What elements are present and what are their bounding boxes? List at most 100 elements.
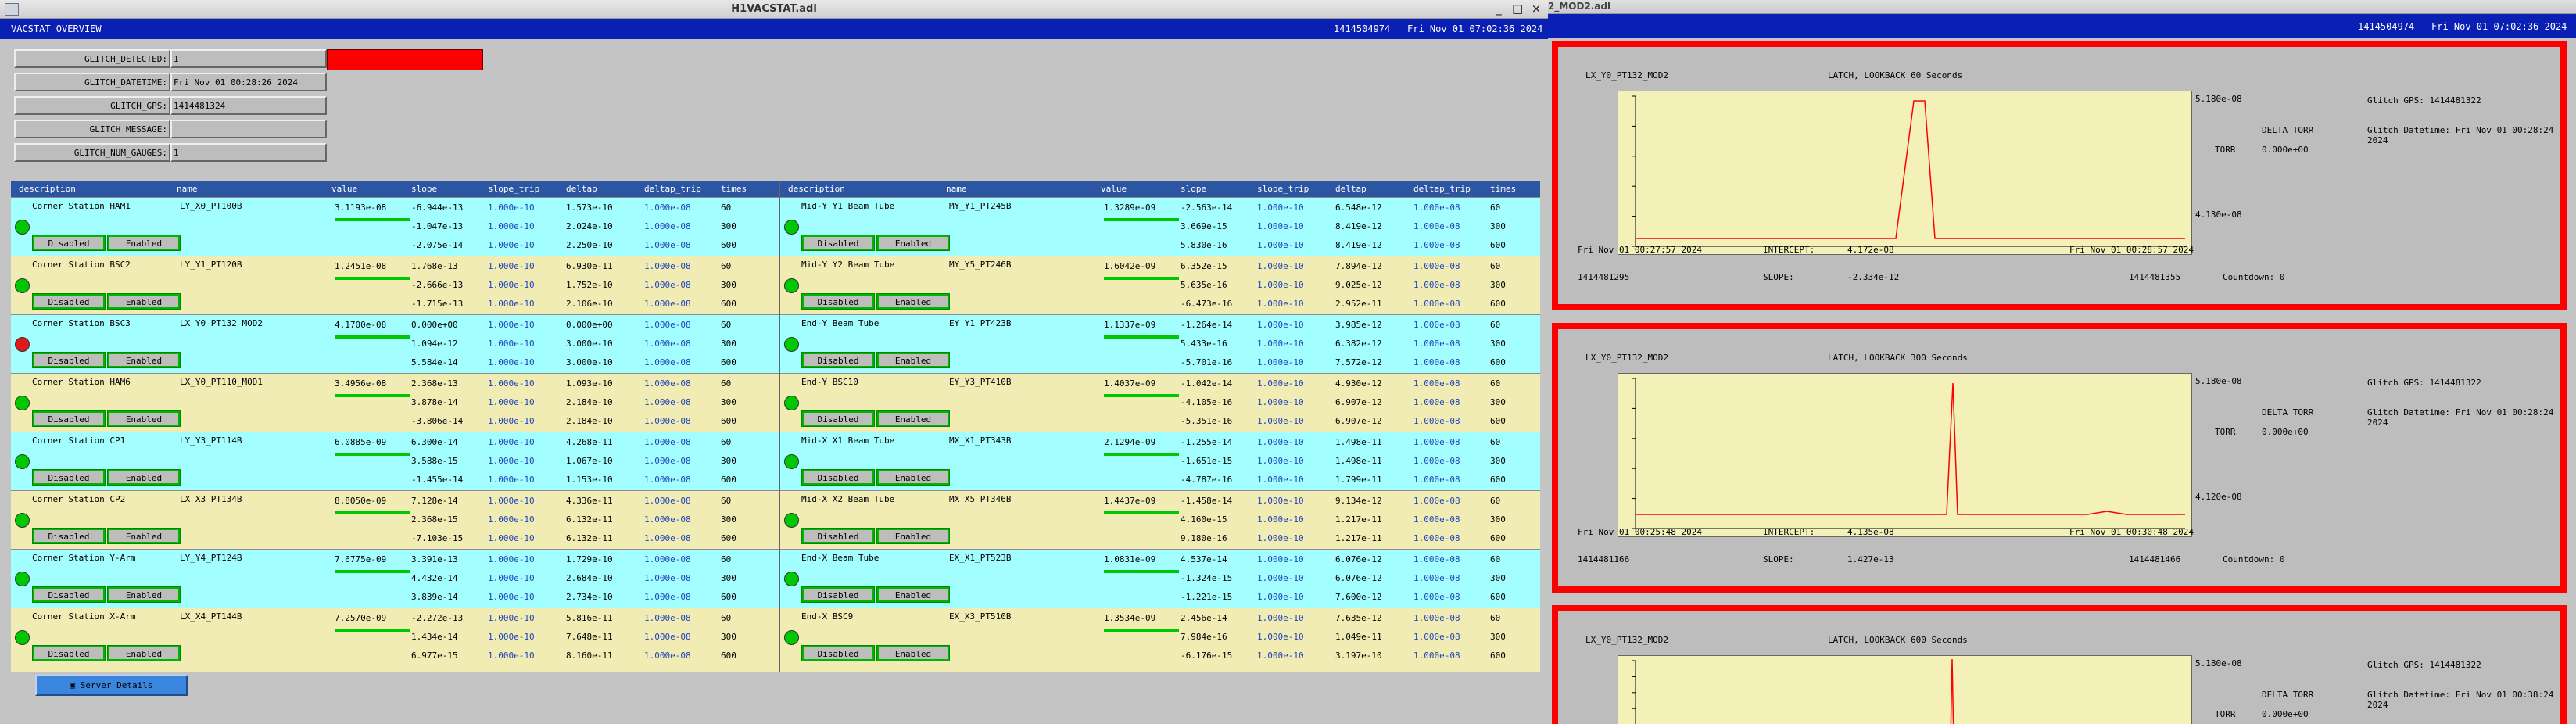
enabled-button[interactable]: Enabled: [107, 410, 181, 427]
disabled-button[interactable]: Disabled: [801, 293, 875, 310]
end-time: Fri Nov 01 00:28:57 2024: [2069, 245, 2194, 255]
value-level-bar: [335, 394, 410, 397]
torr-label: TORR: [2215, 145, 2236, 155]
enabled-button[interactable]: Enabled: [876, 469, 950, 486]
enabled-button[interactable]: Enabled: [107, 469, 181, 486]
cell-slope: -6.176e-15: [1181, 651, 1233, 661]
cell-times: 600: [721, 592, 736, 602]
glitch-field-label: GLITCH_GPS:: [14, 96, 170, 115]
enabled-button[interactable]: Enabled: [876, 235, 950, 251]
trend-chart: [1618, 91, 2192, 255]
y-max-label: 5.180e-08: [2195, 94, 2242, 104]
disabled-button[interactable]: Disabled: [801, 645, 875, 661]
enabled-button[interactable]: Enabled: [107, 293, 181, 310]
cell-deltap: 2.250e-10: [566, 240, 613, 250]
cell-deltap-trip: 1.000e-08: [1413, 339, 1460, 349]
cell-deltap-trip: 1.000e-08: [644, 261, 691, 271]
cell-slope-trip: 1.000e-10: [488, 592, 535, 602]
cell-slope: 9.180e-16: [1181, 533, 1227, 543]
start-gps: 1414481295: [1578, 272, 1630, 282]
glitch-field-value: Fri Nov 01 00:28:26 2024: [170, 73, 327, 91]
enabled-button[interactable]: Enabled: [876, 293, 950, 310]
minimize-icon[interactable]: _: [1493, 2, 1504, 16]
disabled-button[interactable]: Disabled: [32, 235, 106, 251]
slope-label: SLOPE:: [1763, 554, 1794, 565]
cell-deltap-trip: 1.000e-08: [1413, 221, 1460, 231]
cell-deltap: 7.572e-12: [1335, 357, 1382, 367]
disabled-button[interactable]: Disabled: [32, 410, 106, 427]
disabled-button[interactable]: Disabled: [801, 352, 875, 368]
maximize-icon[interactable]: □: [1512, 2, 1523, 16]
header-bar: VACSTAT OVERVIEW 1414504974 Fri Nov 01 0…: [0, 19, 1548, 39]
gauge-description: End-Y Beam Tube: [801, 318, 880, 328]
gauge-value: 1.0831e-09: [1104, 554, 1156, 565]
value-level-bar: [335, 511, 410, 514]
cell-deltap-trip: 1.000e-08: [644, 240, 691, 250]
cell-deltap-trip: 1.000e-08: [644, 378, 691, 389]
disabled-button[interactable]: Disabled: [801, 410, 875, 427]
enabled-button[interactable]: Enabled: [107, 235, 181, 251]
gauge-value: 1.3289e-09: [1104, 203, 1156, 213]
disabled-button[interactable]: Disabled: [801, 586, 875, 603]
gauge-value: 1.2451e-08: [335, 261, 387, 271]
cell-times: 600: [721, 533, 736, 543]
cell-deltap-trip: 1.000e-08: [644, 613, 691, 623]
disabled-button[interactable]: Disabled: [32, 469, 106, 486]
disabled-button[interactable]: Disabled: [32, 645, 106, 661]
value-level-bar: [335, 629, 410, 632]
disabled-button[interactable]: Disabled: [32, 293, 106, 310]
enabled-button[interactable]: Enabled: [876, 586, 950, 603]
enabled-button[interactable]: Enabled: [107, 528, 181, 544]
cell-deltap: 9.025e-12: [1335, 280, 1382, 290]
disabled-button[interactable]: Disabled: [32, 352, 106, 368]
intercept-label: INTERCEPT:: [1763, 245, 1815, 255]
close-icon[interactable]: ×: [1531, 2, 1542, 16]
cell-times: 300: [1490, 221, 1506, 231]
cell-deltap: 6.548e-12: [1335, 203, 1382, 213]
cell-deltap-trip: 1.000e-08: [644, 299, 691, 309]
enabled-button[interactable]: Enabled: [876, 645, 950, 661]
enabled-button[interactable]: Enabled: [107, 352, 181, 368]
disabled-button[interactable]: Disabled: [32, 528, 106, 544]
gauge-value: 1.6042e-09: [1104, 261, 1156, 271]
cell-slope-trip: 1.000e-10: [1257, 280, 1304, 290]
trend-plot: [1632, 378, 2185, 529]
table-row: Corner Station Y-Arm LY_Y4_PT124B 7.6775e-…: [11, 549, 779, 608]
cell-deltap-trip: 1.000e-08: [644, 514, 691, 525]
cell-slope-trip: 1.000e-10: [488, 573, 535, 583]
status-led-icon: [784, 630, 799, 645]
gauge-name: MY_Y1_PT245B: [949, 201, 1012, 211]
plot-axes: [1635, 378, 2185, 529]
cell-deltap-trip: 1.000e-08: [644, 554, 691, 565]
disabled-button[interactable]: Disabled: [801, 235, 875, 251]
disabled-button[interactable]: Disabled: [801, 528, 875, 544]
countdown: Countdown: 0: [2223, 554, 2285, 565]
enabled-button[interactable]: Enabled: [107, 586, 181, 603]
server-details-button[interactable]: ▣ Server Details: [35, 675, 188, 696]
enabled-button[interactable]: Enabled: [876, 352, 950, 368]
cell-times: 600: [1490, 357, 1506, 367]
cell-deltap-trip: 1.000e-08: [644, 632, 691, 642]
cell-slope: -1.221e-15: [1181, 592, 1233, 602]
enabled-button[interactable]: Enabled: [876, 528, 950, 544]
plot-frame: LX_Y0_PT132_MOD2 LATCH, LOOKBACK 60 Secon…: [1585, 67, 2195, 294]
title-bar[interactable]: H1VACSTAT.adl _ □ ×: [0, 0, 1548, 19]
cell-slope: 3.391e-13: [411, 554, 458, 565]
enabled-button[interactable]: Enabled: [107, 645, 181, 661]
cell-slope-trip: 1.000e-10: [1257, 651, 1304, 661]
title-bar[interactable]: 2_MOD2.adl: [1548, 0, 2576, 14]
gauge-name: EY_Y3_PT410B: [949, 377, 1012, 387]
y-max-label: 5.180e-08: [2195, 658, 2242, 668]
countdown: Countdown: 0: [2223, 272, 2285, 282]
value-level-bar: [1104, 629, 1179, 632]
plot-frame: LX_Y0_PT132_MOD2 LATCH, LOOKBACK 600 Seco…: [1585, 632, 2195, 724]
cell-deltap: 1.153e-10: [566, 475, 613, 485]
cell-slope: -1.715e-13: [411, 299, 464, 309]
enabled-button[interactable]: Enabled: [876, 410, 950, 427]
gauge-description: End-X BSC9: [801, 611, 854, 622]
gauge-description: Corner Station CP1: [32, 435, 126, 446]
disabled-button[interactable]: Disabled: [801, 469, 875, 486]
intercept-label: INTERCEPT:: [1763, 527, 1815, 537]
cell-slope: 1.768e-13: [411, 261, 458, 271]
disabled-button[interactable]: Disabled: [32, 586, 106, 603]
